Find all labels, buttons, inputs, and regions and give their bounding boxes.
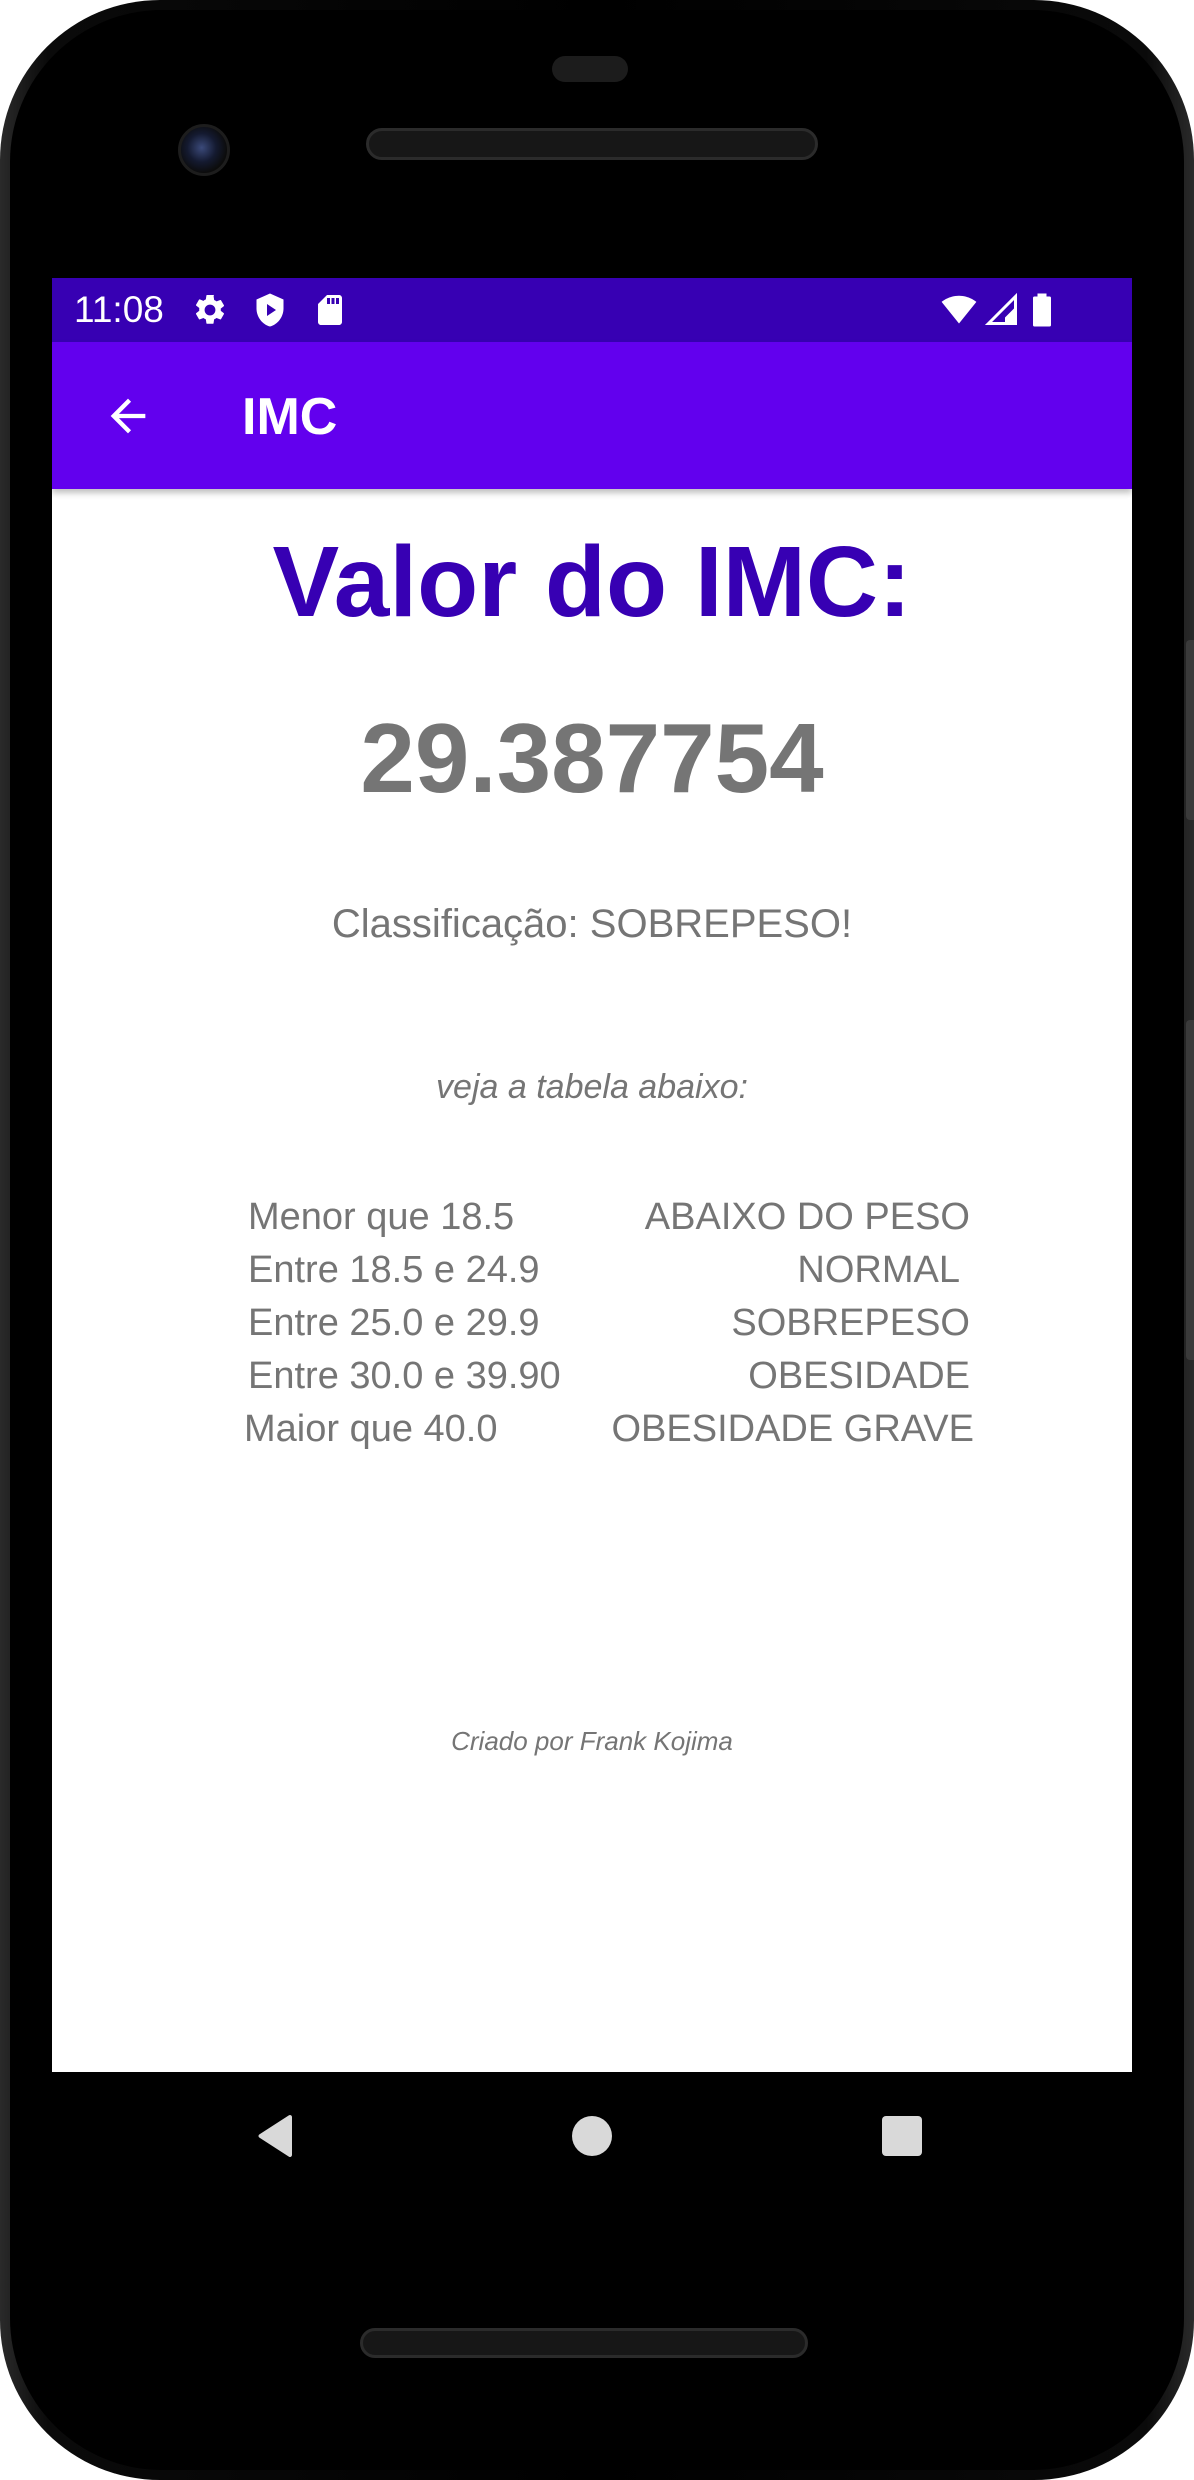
table-hint: veja a tabela abaixo: (436, 1068, 748, 1106)
bmi-classification: SOBREPESO (731, 1302, 970, 1344)
table-row: Entre 25.0 e 29.9 SOBREPESO (242, 1297, 970, 1350)
home-circle-icon (572, 2116, 612, 2156)
screen: 11:08 IMC Valor do IMC: 29.387754 Classi… (52, 278, 1132, 2072)
bmi-range: Menor que 18.5 (248, 1196, 515, 1238)
bmi-range: Entre 18.5 e 24.9 (248, 1249, 540, 1291)
app-bar: IMC (52, 342, 1132, 489)
settings-icon (192, 292, 228, 328)
bottom-speaker-grille (360, 2328, 808, 2358)
nav-recents-button[interactable] (862, 2102, 942, 2170)
table-row: Menor que 18.5 ABAIXO DO PESO (242, 1191, 970, 1244)
bmi-classification: ABAIXO DO PESO (644, 1196, 970, 1238)
classification-text: Classificação: SOBREPESO! (331, 902, 853, 946)
status-time: 11:08 (74, 289, 164, 330)
back-button[interactable] (92, 380, 164, 452)
power-button (1186, 640, 1194, 820)
nav-home-button[interactable] (552, 2102, 632, 2170)
credits-text: Criado por Frank Kojima (451, 1726, 733, 1756)
wifi-icon (940, 292, 977, 328)
volume-button (1186, 1020, 1194, 1360)
recents-square-icon (882, 2116, 922, 2156)
earpiece (552, 56, 628, 82)
bmi-range: Entre 30.0 e 39.90 (248, 1355, 561, 1397)
bmi-classification: OBESIDADE (748, 1355, 970, 1397)
cellular-signal-icon (984, 292, 1020, 328)
battery-icon (1028, 292, 1064, 328)
bmi-value: 29.387754 (360, 703, 824, 813)
table-row: Entre 18.5 e 24.9 NORMAL (242, 1244, 962, 1297)
app-title: IMC (242, 388, 338, 446)
result-title: Valor do IMC: (272, 526, 912, 638)
table-row: Maior que 40.0 OBESIDADE GRAVE (242, 1403, 974, 1456)
shield-icon (252, 292, 288, 328)
bmi-classification: NORMAL (797, 1249, 960, 1291)
front-camera-icon (178, 124, 230, 176)
sd-card-icon (312, 292, 348, 328)
back-triangle-icon (258, 2115, 292, 2157)
bmi-table: Menor que 18.5 ABAIXO DO PESO Entre 18.5… (242, 1191, 974, 1456)
table-row: Entre 30.0 e 39.90 OBESIDADE (242, 1350, 970, 1403)
bmi-range: Maior que 40.0 (244, 1408, 498, 1450)
arrow-back-icon (110, 398, 146, 434)
phone-frame: 11:08 IMC Valor do IMC: 29.387754 Classi… (0, 0, 1194, 2480)
bmi-range: Entre 25.0 e 29.9 (248, 1302, 540, 1344)
top-speaker-grille (366, 128, 818, 160)
bmi-classification: OBESIDADE GRAVE (611, 1408, 974, 1450)
status-bar: 11:08 (52, 278, 1132, 342)
nav-back-button[interactable] (236, 2104, 316, 2168)
